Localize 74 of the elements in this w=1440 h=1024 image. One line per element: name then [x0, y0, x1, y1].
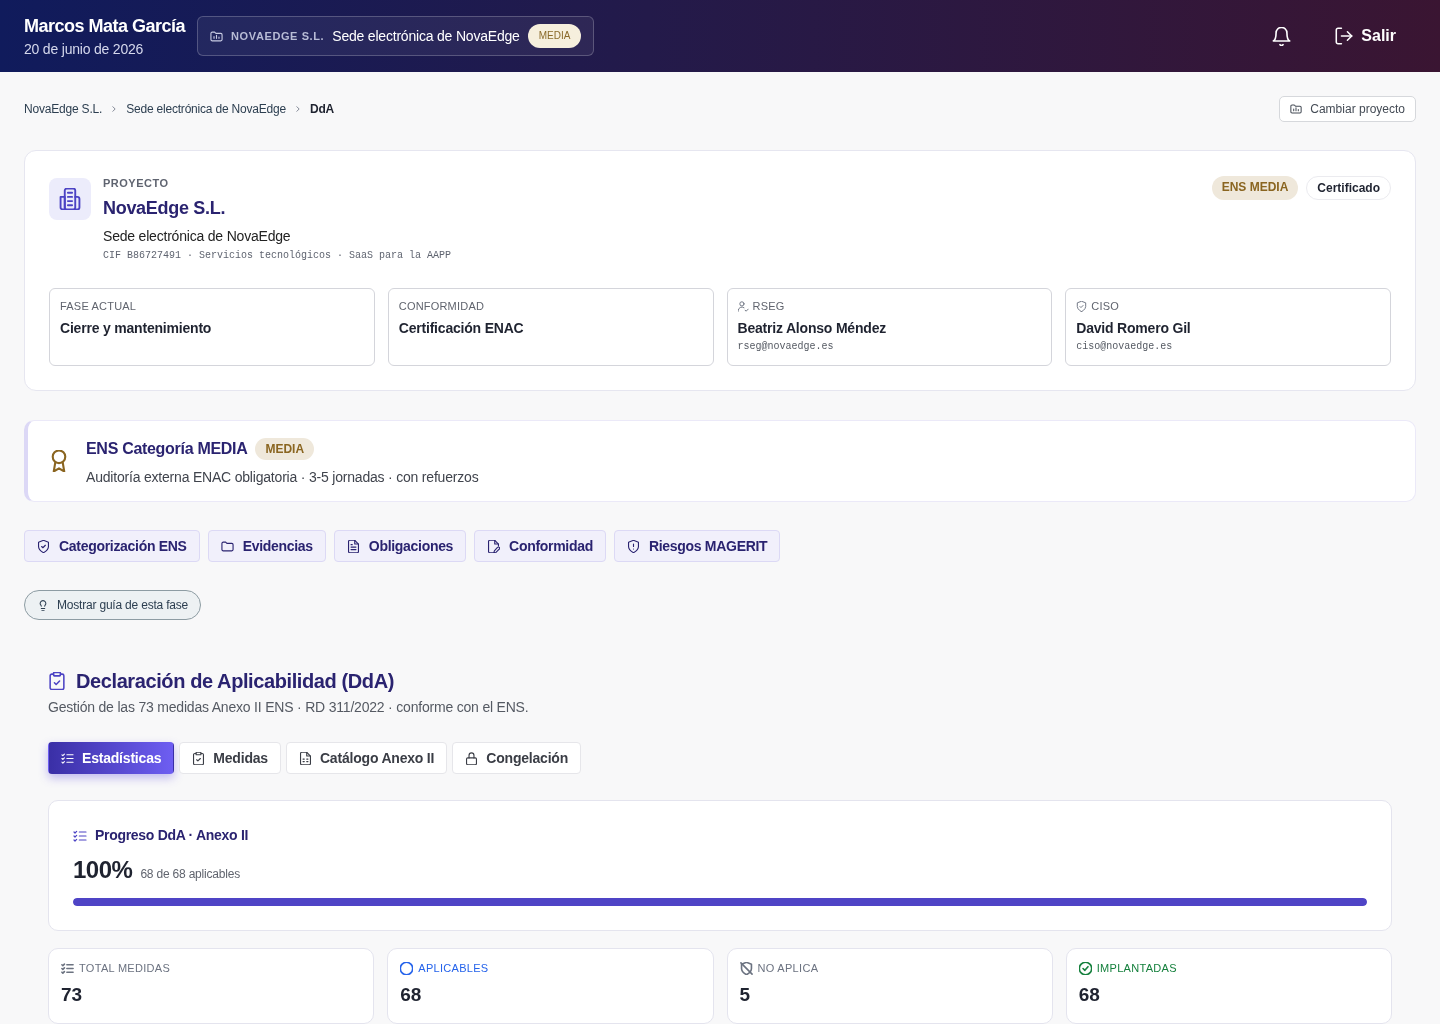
info-label: FASE ACTUAL — [60, 299, 137, 313]
module-button[interactable]: Conformidad — [474, 530, 606, 562]
document-icon — [346, 539, 360, 553]
tab[interactable]: Catálogo Anexo II — [285, 742, 448, 774]
folder-icon — [1290, 103, 1303, 115]
document-edit-icon — [487, 539, 501, 553]
user-name: Marcos Mata García — [24, 14, 186, 37]
level-badge: MEDIA — [255, 437, 315, 460]
status-tag: Certificado — [1306, 176, 1391, 200]
section-label: PROYECTO — [103, 176, 170, 190]
user-check-icon — [737, 300, 749, 312]
module-button[interactable]: Categorización ENS — [24, 530, 200, 562]
folder-icon — [220, 539, 234, 553]
section-title: Declaración de Aplicabilidad (DdA) — [76, 669, 394, 694]
organization-label: NOVAEDGE S.L. — [231, 28, 325, 44]
stat-value: 5 — [739, 984, 752, 1006]
project-title: NovaEdge S.L. — [103, 197, 227, 219]
date-text: 20 de junio de 2026 — [24, 39, 145, 58]
current-page-label: DdA — [310, 101, 335, 118]
stat-label: TOTAL MEDIDAS — [79, 961, 171, 975]
email-text: ciso@novaedge.es — [1076, 340, 1174, 353]
info-label: CISO — [1091, 299, 1119, 313]
level-tag: ENS MEDIA — [1211, 176, 1299, 200]
stat-value: 73 — [61, 984, 84, 1006]
project-name: Sede electrónica de NovaEdge — [332, 26, 520, 46]
tab[interactable]: Estadísticas — [48, 742, 175, 774]
stat-label: IMPLANTADAS — [1096, 961, 1177, 975]
level-badge: MEDIA — [527, 24, 582, 48]
banner-title: ENS Categoría MEDIA — [86, 438, 248, 459]
logout-button[interactable]: Salir — [1331, 20, 1400, 52]
tab[interactable]: Medidas — [179, 742, 281, 774]
change-project-button[interactable]: Cambiar proyecto — [1279, 96, 1416, 122]
module-button[interactable]: Riesgos MAGERIT — [613, 530, 781, 562]
bell-icon — [1272, 26, 1292, 46]
shield-check-icon — [37, 539, 50, 553]
banner-description: Auditoría externa ENAC obligatoria · 3-5 jornadas · con refuerzos — [86, 467, 479, 486]
shield-check-icon — [1076, 300, 1088, 312]
spreadsheet-icon — [298, 751, 312, 765]
breadcrumb-link[interactable]: NovaEdge S.L. — [24, 100, 103, 118]
guide-toggle-button[interactable]: Mostrar guía de esta fase — [24, 590, 202, 620]
progress-title: Progreso DdA · Anexo II — [95, 826, 249, 845]
info-value: Beatriz Alonso Méndez — [737, 319, 888, 337]
project-subtitle: Sede electrónica de NovaEdge — [103, 227, 292, 245]
checklist-icon — [73, 828, 87, 843]
lock-icon — [465, 751, 479, 765]
percent-value: 100% — [73, 856, 133, 884]
logout-icon — [1335, 27, 1354, 45]
stat-value: 68 — [400, 984, 423, 1006]
checklist-icon — [61, 751, 74, 765]
tab[interactable]: Congelación — [452, 742, 582, 774]
info-label: CONFORMIDAD — [398, 299, 485, 313]
stat-label: NO APLICA — [757, 961, 819, 975]
breadcrumb-link[interactable]: Sede electrónica de NovaEdge — [126, 100, 286, 118]
section-subtitle: Gestión de las 73 medidas Anexo II ENS · RD 311/2022 · conforme con el ENS. — [48, 698, 530, 716]
info-label: RSEG — [752, 299, 785, 313]
email-text: rseg@novaedge.es — [737, 340, 835, 353]
stat-value: 68 — [1078, 984, 1101, 1006]
chevron-icon — [110, 105, 119, 113]
module-button[interactable]: Evidencias — [207, 530, 326, 562]
stat-label: APLICABLES — [418, 961, 489, 975]
project-chip[interactable]: NOVAEDGE S.L. Sede electrónica de NovaEdge MEDIA — [197, 16, 595, 56]
building-icon — [49, 178, 91, 220]
info-value: Cierre y mantenimiento — [60, 319, 213, 337]
chevron-icon — [294, 105, 302, 113]
project-meta: CIF B86727491 · Servicios tecnológicos · SaaS para la AAPP — [103, 249, 453, 263]
shield-alert-icon — [626, 539, 640, 553]
folder-icon — [210, 29, 224, 43]
info-value: David Romero Gil — [1076, 319, 1192, 337]
clipboard-check-icon — [48, 672, 66, 690]
info-value: Certificación ENAC — [398, 319, 525, 337]
progress-detail: 68 de 68 aplicables — [140, 866, 240, 883]
lightbulb-icon — [37, 599, 49, 611]
clipboard-check-icon — [192, 751, 206, 765]
module-button[interactable]: Obligaciones — [333, 530, 467, 562]
